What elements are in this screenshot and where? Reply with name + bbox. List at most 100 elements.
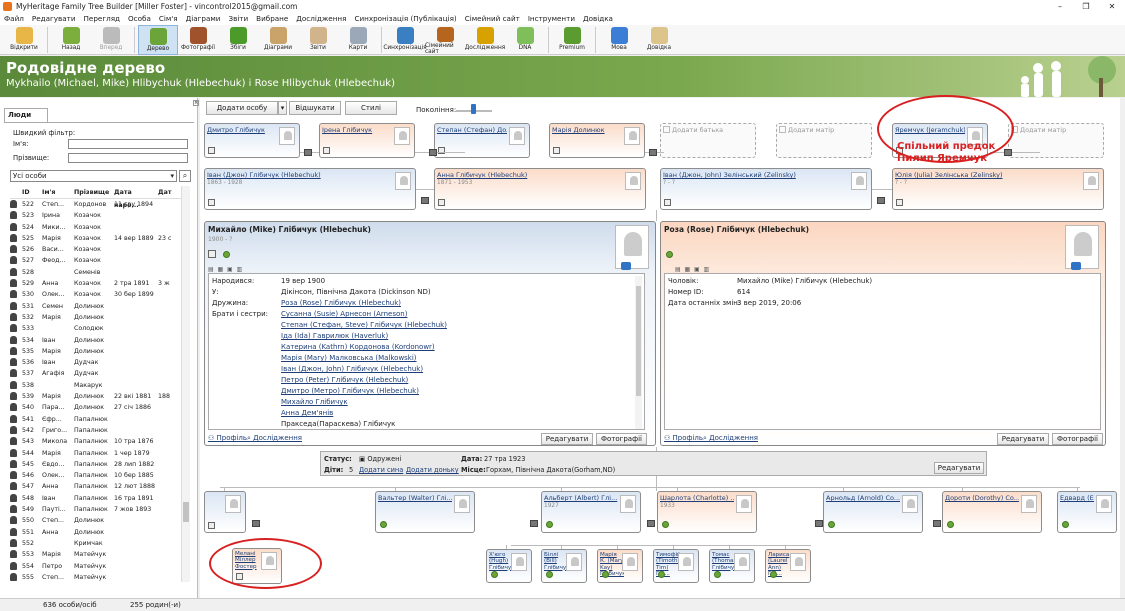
menu-item-3[interactable]: Особа [128, 13, 151, 25]
person-name[interactable]: Іван (Джон, John) Зелінський (Zelinsky) [663, 171, 849, 179]
table-row[interactable]: 531 Семен Долинюк [10, 301, 190, 312]
family-node-icon[interactable] [304, 149, 312, 156]
ggp-card-1[interactable]: Ірена Глібичук [319, 123, 415, 158]
table-row[interactable]: 540 Пара... Долинюк 27 січ 1886 [10, 402, 190, 413]
table-row[interactable]: 552 Кримчак [10, 538, 190, 549]
table-row[interactable]: 525 Марія Козачок 14 вер 1889 23 с [10, 233, 190, 244]
wife-card[interactable]: Роза (Rose) Глібичук (Hlebechuk) ▤ ▦ ▣ ▥… [660, 221, 1106, 446]
column-header[interactable]: Прізвище [74, 186, 114, 198]
add-son-link[interactable]: Додати сина [359, 466, 403, 474]
wife-photos-button[interactable]: Фотографії [1052, 433, 1103, 445]
maximize-button[interactable]: ❐ [1073, 0, 1099, 13]
wife-photo[interactable] [1065, 225, 1099, 269]
menu-item-12[interactable]: Довідка [583, 13, 613, 25]
menu-item-0[interactable]: Файл [4, 13, 24, 25]
wife-research-link[interactable]: ⌕ Дослідження [703, 434, 758, 443]
sibling-link[interactable]: Михайло Глібичук [281, 398, 348, 406]
child-card-5[interactable]: Едвард (Edward) Гл... [1057, 491, 1117, 533]
sibling-link[interactable]: Петро (Peter) Глібичук (Hlebechuk) [281, 376, 408, 384]
ggp-card-0[interactable]: Дмитро Глібичук [204, 123, 300, 158]
toolbar-button-forward-arrow[interactable]: Вперед [91, 25, 131, 55]
sibling-link[interactable]: Прaксeдa(Параскева) Глібичук [281, 420, 395, 428]
table-row[interactable]: 551 Анна Долинюк [10, 527, 190, 538]
table-row[interactable]: 528 Семенів [10, 267, 190, 278]
menu-item-9[interactable]: Синхронізація (Публікація) [354, 13, 456, 25]
gp-card-2[interactable]: Іван (Джон, John) Зелінський (Zelinsky)?… [660, 168, 872, 210]
table-row[interactable]: 537 Агафія Дудчак [10, 368, 190, 379]
toolbar-button-matches[interactable]: Збіги [218, 25, 258, 55]
child-card-4[interactable]: Дороти (Dorothy) Co... [942, 491, 1042, 533]
close-button[interactable]: ✕ [1099, 0, 1125, 13]
sibling-link[interactable]: Марія (Mary) Малковська (Malkowski) [281, 354, 417, 362]
family-node-icon[interactable] [877, 197, 885, 204]
toolbar-button-photos[interactable]: Фотографії [178, 25, 218, 55]
menu-item-1[interactable]: Редагувати [32, 13, 76, 25]
menu-item-11[interactable]: Інструменти [528, 13, 575, 25]
toolbar-button-language[interactable]: Мова [599, 25, 639, 55]
details-scrollbar[interactable] [635, 276, 642, 429]
person-name[interactable]: Альберт (Albert) Глі... [544, 494, 618, 502]
sibling-link[interactable]: Степан (Стефан, Steve) Глібичук (Hlebech… [281, 321, 447, 329]
husband-card[interactable]: Михайло (Mike) Глібичук (Hlebechuk) 1900… [204, 221, 656, 446]
ggp-card-3[interactable]: Марія Долинюк [549, 123, 645, 158]
sibling-link[interactable]: Іда (Ida) Гаврилюк (Haverluk) [281, 332, 388, 340]
child-card-3[interactable]: Арнольд (Arnold) Co... [823, 491, 923, 533]
ggp-card-4[interactable]: Додати батька [660, 123, 756, 158]
minimize-button[interactable]: – [1047, 0, 1073, 13]
table-row[interactable]: 554 Петро Матейчук [10, 561, 190, 572]
surname-input[interactable] [68, 153, 188, 163]
husband-research-link[interactable]: ⌕ Дослідження [247, 434, 302, 443]
generations-slider-thumb[interactable] [471, 104, 476, 114]
wife-profile-link[interactable]: ⚇ Профіль [664, 434, 703, 442]
toolbar-button-premium[interactable]: Premium [552, 25, 592, 55]
grandchild-card-2[interactable]: Марія К. (Mary Kay) Глібичук [597, 549, 643, 583]
child-card-1[interactable]: Альберт (Albert) Глі... 1927 [541, 491, 641, 533]
toolbar-button-research[interactable]: Дослідження [465, 25, 505, 55]
family-node-icon[interactable] [647, 520, 655, 527]
styles-button[interactable]: Стилі [345, 101, 397, 115]
table-row[interactable]: 529 Анна Козачок 2 тра 1891 3 ж [10, 278, 190, 289]
table-row[interactable]: 533 Солодюк [10, 323, 190, 334]
table-row[interactable]: 526 Васи... Козачок [10, 244, 190, 255]
toolbar-button-map[interactable]: Карти [338, 25, 378, 55]
child-card-unnamed[interactable] [204, 491, 246, 533]
camera-icon[interactable] [1071, 262, 1081, 270]
gp-card-0[interactable]: Іван (Джон) Глібичук (Hlebechuk) 1863 - 1… [204, 168, 416, 210]
person-name[interactable]: Анна Глібичук (Hlebechuk) [437, 171, 623, 179]
person-name[interactable]: Додати матір [788, 126, 858, 134]
person-name[interactable]: Юлія (Julia) Зелінська (Zelinsky) [895, 171, 1081, 179]
detail-tabs-icons[interactable]: ▤ ▦ ▣ ▥ [208, 266, 242, 273]
person-name[interactable]: Дмитро Глібичук [207, 126, 277, 134]
grandchild-card-1[interactable]: Біллі (Bill) Глібичук [541, 549, 587, 583]
toolbar-button-folder[interactable]: Відкрити [4, 25, 44, 55]
family-node-icon[interactable] [815, 520, 823, 527]
person-name[interactable]: Іван (Джон) Глібичук (Hlebechuk) [207, 171, 393, 179]
detail-tabs-icons[interactable]: ▤ ▦ ▣ ▥ [675, 266, 709, 273]
husband-profile-link[interactable]: ⚇ Профіль [208, 434, 247, 442]
table-row[interactable]: 541 Єфр... Папалнюк [10, 414, 190, 425]
table-row[interactable]: 539 Марія Долинюк 22 вкі 1881 188 [10, 391, 190, 402]
table-row[interactable]: 543 Миколa Папалнюк 10 тра 1876 [10, 436, 190, 447]
search-icon[interactable]: ⌕ [179, 170, 191, 182]
people-scrollbar[interactable] [181, 186, 190, 582]
gp-card-1[interactable]: Анна Глібичук (Hlebechuk) 1871 - 1953 [434, 168, 646, 210]
toolbar-button-help[interactable]: Довідка [639, 25, 679, 55]
menu-item-6[interactable]: Звіти [228, 13, 248, 25]
husband-photo[interactable] [615, 225, 649, 269]
family-edit-button[interactable]: Редагувати [934, 462, 984, 474]
table-row[interactable]: 544 Марія Папалнюк 1 чер 1879 [10, 448, 190, 459]
collapse-panel-button[interactable]: × [193, 100, 199, 106]
filter-select[interactable]: Усі особи ▾ [10, 170, 177, 182]
person-name[interactable]: Дороти (Dorothy) Co... [945, 494, 1019, 502]
table-row[interactable]: 534 Іван Долинюк [10, 335, 190, 346]
table-row[interactable]: 524 Мики... Козачок [10, 222, 190, 233]
table-row[interactable]: 530 Олек... Козачок 30 бер 1899 [10, 289, 190, 300]
menu-item-8[interactable]: Дослідження [296, 13, 346, 25]
add-person-button[interactable]: Додати особу [206, 101, 278, 115]
child-card-0[interactable]: Вальтер (Walter) Глі... [375, 491, 475, 533]
table-row[interactable]: 553 Марія Матейчук [10, 549, 190, 560]
table-row[interactable]: 536 Іван Дудчак [10, 357, 190, 368]
toolbar-button-dna[interactable]: DNA [505, 25, 545, 55]
person-name[interactable]: Вальтер (Walter) Глі... [378, 494, 452, 502]
table-row[interactable]: 522 Степ... Кордонов 11 гру 1894 [10, 199, 190, 210]
